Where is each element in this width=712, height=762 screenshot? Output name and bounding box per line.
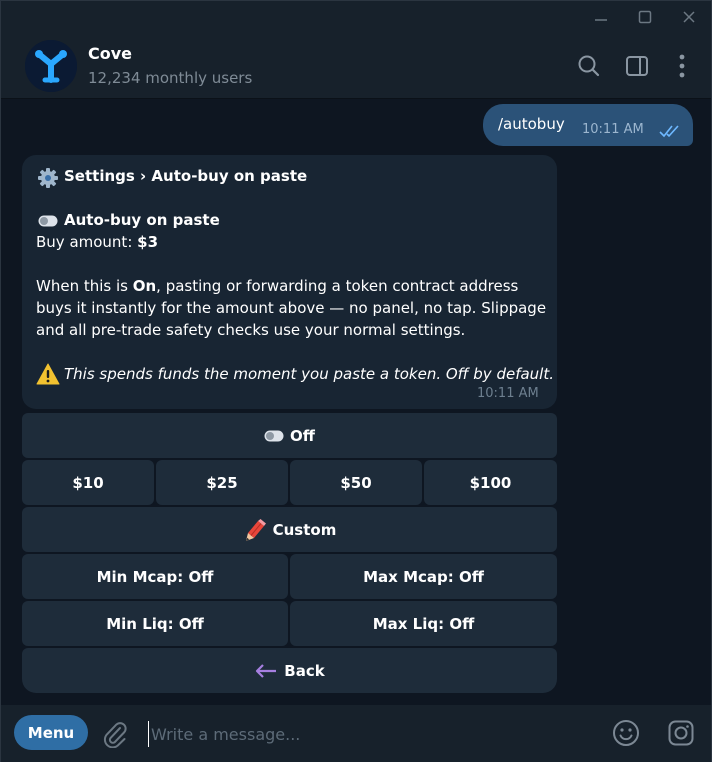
description-line-2: buys it instantly for the amount above —… xyxy=(36,299,547,317)
back-arrow-icon xyxy=(256,663,277,678)
min-mcap-button[interactable]: Min Mcap: Off xyxy=(22,554,288,599)
incoming-message-time: 10:11 AM xyxy=(477,386,539,401)
buy-amount-label: Buy amount: xyxy=(36,233,138,251)
warning-icon xyxy=(36,363,60,385)
message-composer: Menu xyxy=(1,705,711,762)
chat-subtitle: 12,234 monthly users xyxy=(88,69,253,87)
description-line-1: When this is On, pasting or forwarding a… xyxy=(36,277,518,295)
minimize-button[interactable] xyxy=(579,1,623,33)
toggle-icon xyxy=(38,215,58,227)
paperclip-icon xyxy=(103,722,127,749)
back-button[interactable]: Back xyxy=(22,648,557,693)
sticker-button[interactable] xyxy=(667,719,695,751)
avatar[interactable] xyxy=(25,40,77,92)
outgoing-message-time: 10:11 AM xyxy=(582,122,644,137)
description-text-1c: , pasting or forwarding a token contract… xyxy=(156,277,519,295)
back-label: Back xyxy=(284,661,325,680)
min-liq-button[interactable]: Min Liq: Off xyxy=(22,601,288,646)
message-input[interactable] xyxy=(148,721,578,747)
amount-10-button[interactable]: $10 xyxy=(22,460,154,505)
sticker-icon xyxy=(668,720,694,746)
emoji-button[interactable] xyxy=(612,719,640,751)
max-liq-label: Max Liq: Off xyxy=(372,614,475,633)
chat-header: Cove 12,234 monthly users xyxy=(1,33,711,99)
toggle-off-button[interactable]: Off xyxy=(22,413,557,458)
amount-25-button[interactable]: $25 xyxy=(156,460,288,505)
more-button[interactable] xyxy=(669,53,695,79)
incoming-message[interactable]: Settings › Auto-buy on paste Auto-buy on… xyxy=(22,155,557,409)
auto-buy-label: Auto-buy on paste xyxy=(64,211,220,229)
buy-amount-value: $3 xyxy=(137,233,159,251)
description-text-1a: When this is xyxy=(36,277,133,295)
toggle-off-label: Off xyxy=(290,426,315,445)
close-button[interactable] xyxy=(667,1,711,33)
min-mcap-label: Min Mcap: Off xyxy=(96,567,214,586)
outgoing-message-text: /autobuy xyxy=(498,115,565,133)
description-text-1b: On xyxy=(132,277,157,295)
description-line-3: and all pre-trade safety checks use your… xyxy=(36,321,466,339)
min-liq-label: Min Liq: Off xyxy=(106,614,204,633)
pencil-icon xyxy=(245,518,266,541)
minimize-icon xyxy=(595,19,607,21)
max-mcap-label: Max Mcap: Off xyxy=(363,567,484,586)
attach-button[interactable] xyxy=(102,720,128,752)
amount-25-label: $25 xyxy=(206,473,238,492)
custom-amount-button[interactable]: Custom xyxy=(22,507,557,552)
warning-text: This spends funds the moment you paste a… xyxy=(64,365,554,383)
sidebar-panel-icon xyxy=(626,56,648,76)
message-title: Settings › Auto-buy on paste xyxy=(64,167,308,185)
max-liq-button[interactable]: Max Liq: Off xyxy=(290,601,557,646)
toggle-icon xyxy=(264,430,284,441)
chat-title[interactable]: Cove xyxy=(88,44,132,63)
search-button[interactable] xyxy=(576,53,602,79)
amount-50-label: $50 xyxy=(340,473,372,492)
amount-10-label: $10 xyxy=(72,473,104,492)
double-check-icon xyxy=(659,125,679,138)
outgoing-message[interactable]: /autobuy 10:11 AM xyxy=(483,104,693,146)
amount-50-button[interactable]: $50 xyxy=(290,460,422,505)
amount-100-button[interactable]: $100 xyxy=(424,460,557,505)
title-bar xyxy=(1,1,711,33)
emoji-icon xyxy=(613,720,639,746)
custom-amount-label: Custom xyxy=(272,520,337,539)
close-icon xyxy=(683,11,695,23)
bot-logo-icon xyxy=(25,40,77,92)
more-vertical-icon xyxy=(679,54,685,78)
app-window: Cove 12,234 monthly users /autobuy 10:11… xyxy=(0,0,712,762)
maximize-button[interactable] xyxy=(623,1,667,33)
max-mcap-button[interactable]: Max Mcap: Off xyxy=(290,554,557,599)
search-icon xyxy=(578,55,600,77)
buy-amount-line: Buy amount: $3 xyxy=(36,233,158,251)
maximize-icon xyxy=(638,10,652,24)
sidebar-toggle-button[interactable] xyxy=(624,53,650,79)
bot-menu-button[interactable]: Menu xyxy=(14,715,88,750)
gear-icon xyxy=(38,168,58,188)
amount-100-label: $100 xyxy=(469,473,512,492)
chat-area[interactable]: /autobuy 10:11 AM Settings › Auto-buy on… xyxy=(1,100,711,705)
